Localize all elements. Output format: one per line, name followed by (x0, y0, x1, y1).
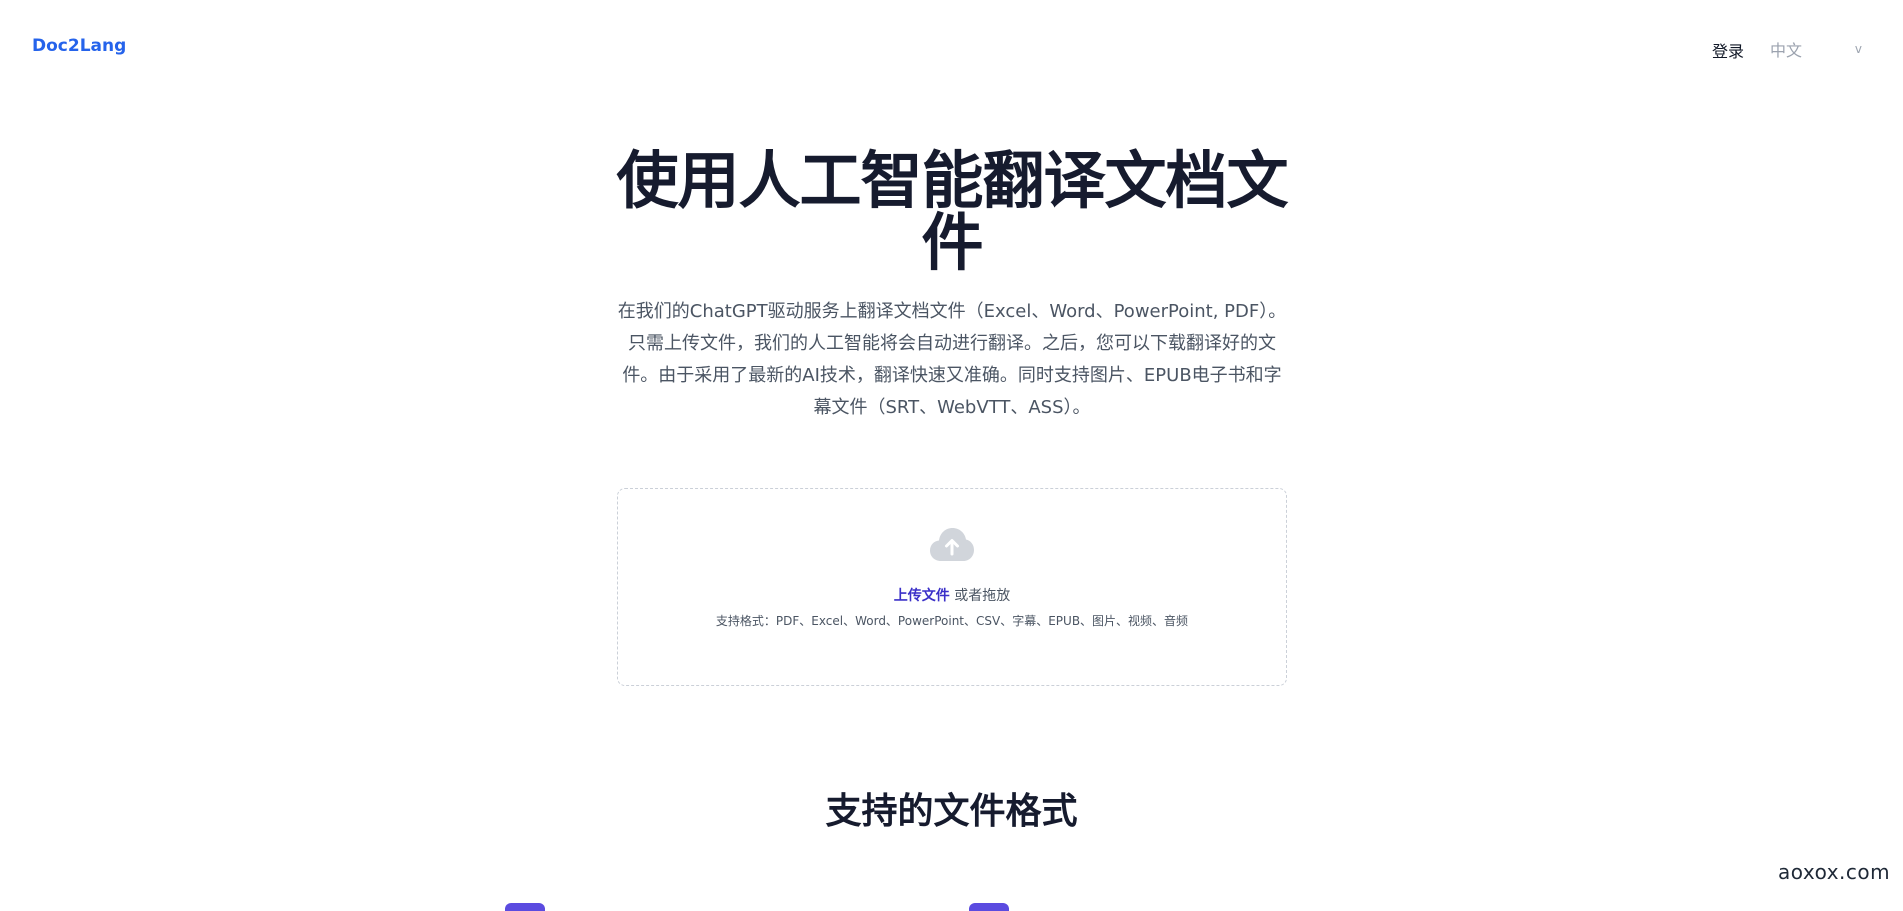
cloud-upload-icon (930, 528, 974, 561)
watermark: aoxox.com (1778, 860, 1891, 884)
supported-formats-heading: 支持的文件格式 (825, 791, 1078, 832)
supported-formats-text: 支持格式：PDF、Excel、Word、PowerPoint、CSV、字幕、EP… (715, 614, 1189, 628)
login-link[interactable]: 登录 (1712, 38, 1744, 62)
feature-icon (969, 903, 1009, 911)
logo-link[interactable]: Doc2Lang (32, 36, 126, 56)
language-select-value: 中文 (1770, 41, 1803, 60)
hero-title: 使用人工智能翻译文档文件 (616, 144, 1288, 279)
language-select[interactable]: 中文 v (1770, 36, 1872, 62)
drag-drop-text: 或者拖放 (949, 588, 1011, 604)
feature-icon (505, 903, 545, 911)
hero-description: 在我们的ChatGPT驱动服务上翻译文档文件（Excel、Word、PowerP… (617, 301, 1287, 418)
upload-file-link[interactable]: 上传文件 (894, 588, 950, 604)
chevron-down-icon: v (1854, 42, 1862, 56)
upload-instruction: 上传文件 或者拖放 (618, 585, 1286, 605)
page: Doc2Lang 登录 中文 v 使用人工智能翻译文档文件 在我们的ChatGP… (0, 0, 1903, 911)
upload-dropzone[interactable]: 上传文件 或者拖放 支持格式：PDF、Excel、Word、PowerPoint… (617, 488, 1287, 686)
